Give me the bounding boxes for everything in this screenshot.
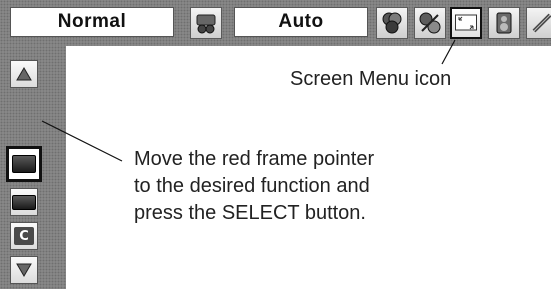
up-arrow-icon[interactable] bbox=[10, 60, 38, 88]
screen-menu-icon[interactable] bbox=[450, 7, 482, 39]
color-adjust-icon[interactable] bbox=[414, 7, 446, 39]
instruction-line-3: press the SELECT button. bbox=[134, 202, 366, 224]
down-arrow-icon[interactable] bbox=[10, 256, 38, 284]
red-frame-pointer[interactable] bbox=[6, 146, 42, 182]
auto-display[interactable]: Auto bbox=[234, 7, 368, 37]
setting-tools-icon[interactable] bbox=[526, 7, 551, 39]
menu-bar: Normal Auto bbox=[0, 0, 551, 46]
mode-value: Normal bbox=[57, 11, 127, 32]
instruction-line-2: to the desired function and bbox=[134, 175, 370, 197]
screen-menu-diagram: Normal Auto C Screen Menu icon Move the … bbox=[0, 0, 551, 289]
auto-value: Auto bbox=[278, 11, 324, 32]
instruction-line-1: Move the red frame pointer bbox=[134, 148, 375, 170]
mode-display[interactable]: Normal bbox=[10, 7, 174, 37]
screen-sub-menu: C bbox=[0, 46, 66, 289]
custom-c-icon[interactable]: C bbox=[10, 222, 38, 250]
normal-screen-icon bbox=[12, 155, 36, 173]
image-adjust-icon[interactable] bbox=[376, 7, 408, 39]
full-screen-icon[interactable] bbox=[10, 188, 38, 216]
settings-icon[interactable] bbox=[190, 7, 222, 39]
screen-menu-icon-label: Screen Menu icon bbox=[290, 68, 452, 90]
custom-letter: C bbox=[14, 227, 34, 245]
sound-icon[interactable] bbox=[488, 7, 520, 39]
